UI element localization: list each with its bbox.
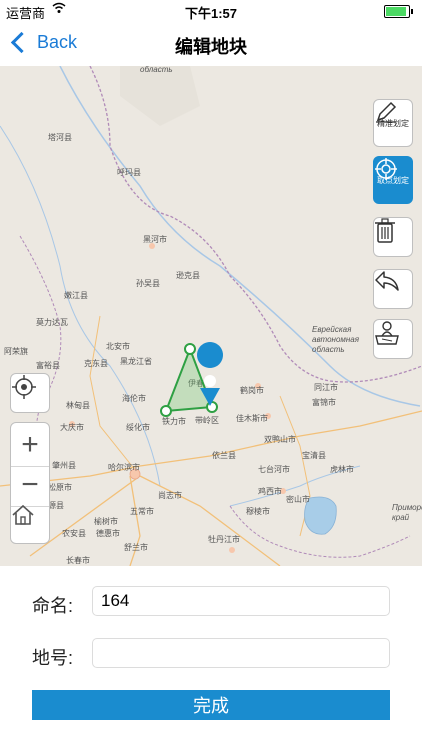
navigation-bar: Back 编辑地块 xyxy=(0,22,422,66)
map-label-beian: 北安市 xyxy=(106,341,130,351)
map-label-tieli: 铁力市 xyxy=(162,416,186,426)
map-label-jewish-ao: Еврейская xyxy=(312,325,352,334)
map-label-jixi: 鸡西市 xyxy=(258,486,282,496)
polygon-vertex[interactable] xyxy=(160,405,172,417)
delete-button[interactable] xyxy=(373,217,413,257)
map-label-xunke: 逊克县 xyxy=(176,270,200,280)
map-label-huma: 呼玛县 xyxy=(117,167,141,177)
map-label-nongan: 农安县 xyxy=(62,528,86,538)
map-label-fuyu: 富裕县 xyxy=(36,360,60,370)
home-button[interactable] xyxy=(11,503,49,546)
map-label-changchun: 长春市 xyxy=(66,555,90,565)
map-label-jewish-ao: область xyxy=(312,345,345,354)
map-label-fujin: 富锦市 xyxy=(312,397,336,407)
locate-button[interactable] xyxy=(10,373,50,413)
plus-icon: + xyxy=(21,427,39,461)
precise-draw-button[interactable]: 精准划定 xyxy=(373,99,413,147)
minus-icon: − xyxy=(21,467,39,501)
number-label: 地号: xyxy=(32,648,74,668)
map-label-yushu: 榆树市 xyxy=(94,516,118,526)
map-label-daqing: 大庆市 xyxy=(60,422,84,432)
map-label-shulan: 舒兰市 xyxy=(124,542,148,552)
zoom-in-button[interactable]: + xyxy=(11,423,49,467)
map-label-hailun: 海伦市 xyxy=(122,393,146,403)
done-button[interactable]: 完成 xyxy=(32,690,390,720)
map-label-jiamusi: 佳木斯市 xyxy=(236,413,268,423)
map-label-heihe: 黑河市 xyxy=(143,234,167,244)
map-label-tahe: 塔河县 xyxy=(48,132,72,142)
map-canvas: область 塔河县呼玛县黑河市逊克县孙吴县嫩江县莫力达瓦北安市黑龙江省 克东县 阿… xyxy=(0,66,422,566)
map-label-baoqing: 宝清县 xyxy=(302,450,326,460)
map-label-oblast-top: область xyxy=(140,66,173,74)
undo-button[interactable] xyxy=(373,269,413,309)
map-label-muling: 穆棱市 xyxy=(246,506,270,516)
number-input[interactable] xyxy=(92,638,390,668)
battery-icon xyxy=(384,5,413,18)
polygon-vertex[interactable] xyxy=(184,343,196,355)
map-label-kedong: 克东县 xyxy=(84,358,108,368)
map-label-shuangyashan: 双鸭山市 xyxy=(264,434,296,444)
map-label-heilongjiang: 黑龙江省 xyxy=(120,356,152,366)
status-time: 下午1:57 xyxy=(184,6,238,21)
map-label-nenjiang: 嫩江县 xyxy=(64,290,88,300)
map-label-mudanjiang: 牡丹江市 xyxy=(208,534,240,544)
map-label-harbin: 哈尔滨市 xyxy=(108,462,140,472)
polygon-vertex[interactable] xyxy=(206,401,218,413)
zoom-controls: + − xyxy=(10,422,50,544)
map-label-tongjiang: 同江市 xyxy=(314,382,338,392)
map-label-zhaozhou: 肇州县 xyxy=(52,460,76,470)
name-label: 命名: xyxy=(32,596,74,616)
map-label-molidawa: 莫力达瓦 xyxy=(36,317,68,327)
map-label-hulin: 虎林市 xyxy=(330,464,354,474)
my-location-button[interactable] xyxy=(373,319,413,359)
map-label-songyuan: 松原市 xyxy=(48,482,72,492)
map-label-jewish-ao: автономная xyxy=(312,335,360,344)
map-label-yilan: 依兰县 xyxy=(212,450,236,460)
map-label-lindian: 林甸县 xyxy=(66,400,90,410)
map-label-wuchang: 五常市 xyxy=(130,506,154,516)
point-draw-button[interactable]: 取点划定 xyxy=(373,156,413,204)
map-label-sunwu: 孙吴县 xyxy=(136,278,160,288)
status-bar: 运营商 下午1:57 xyxy=(0,0,422,22)
map-label-arong: 阿荣旗 xyxy=(4,346,28,356)
map-label-shangzhi: 尚志市 xyxy=(158,490,182,500)
name-input[interactable] xyxy=(92,586,390,616)
map-view[interactable]: область 塔河县呼玛县黑河市逊克县孙吴县嫩江县莫力达瓦北安市黑龙江省 克东县 阿… xyxy=(0,66,422,566)
map-label-primorsky: Приморс xyxy=(392,503,422,512)
map-label-primorsky: край xyxy=(392,513,410,522)
zoom-out-button[interactable]: − xyxy=(11,463,49,507)
map-label-dehui: 德惠市 xyxy=(96,528,120,538)
map-label-dailing: 带岭区 xyxy=(195,415,219,425)
page-title: 编辑地块 xyxy=(175,37,247,57)
map-label-qitaihe: 七台河市 xyxy=(258,464,290,474)
map-label-mishan: 密山市 xyxy=(286,494,310,504)
map-label-suihua: 绥化市 xyxy=(126,422,150,432)
map-label-hegang: 鹤岗市 xyxy=(240,385,264,395)
